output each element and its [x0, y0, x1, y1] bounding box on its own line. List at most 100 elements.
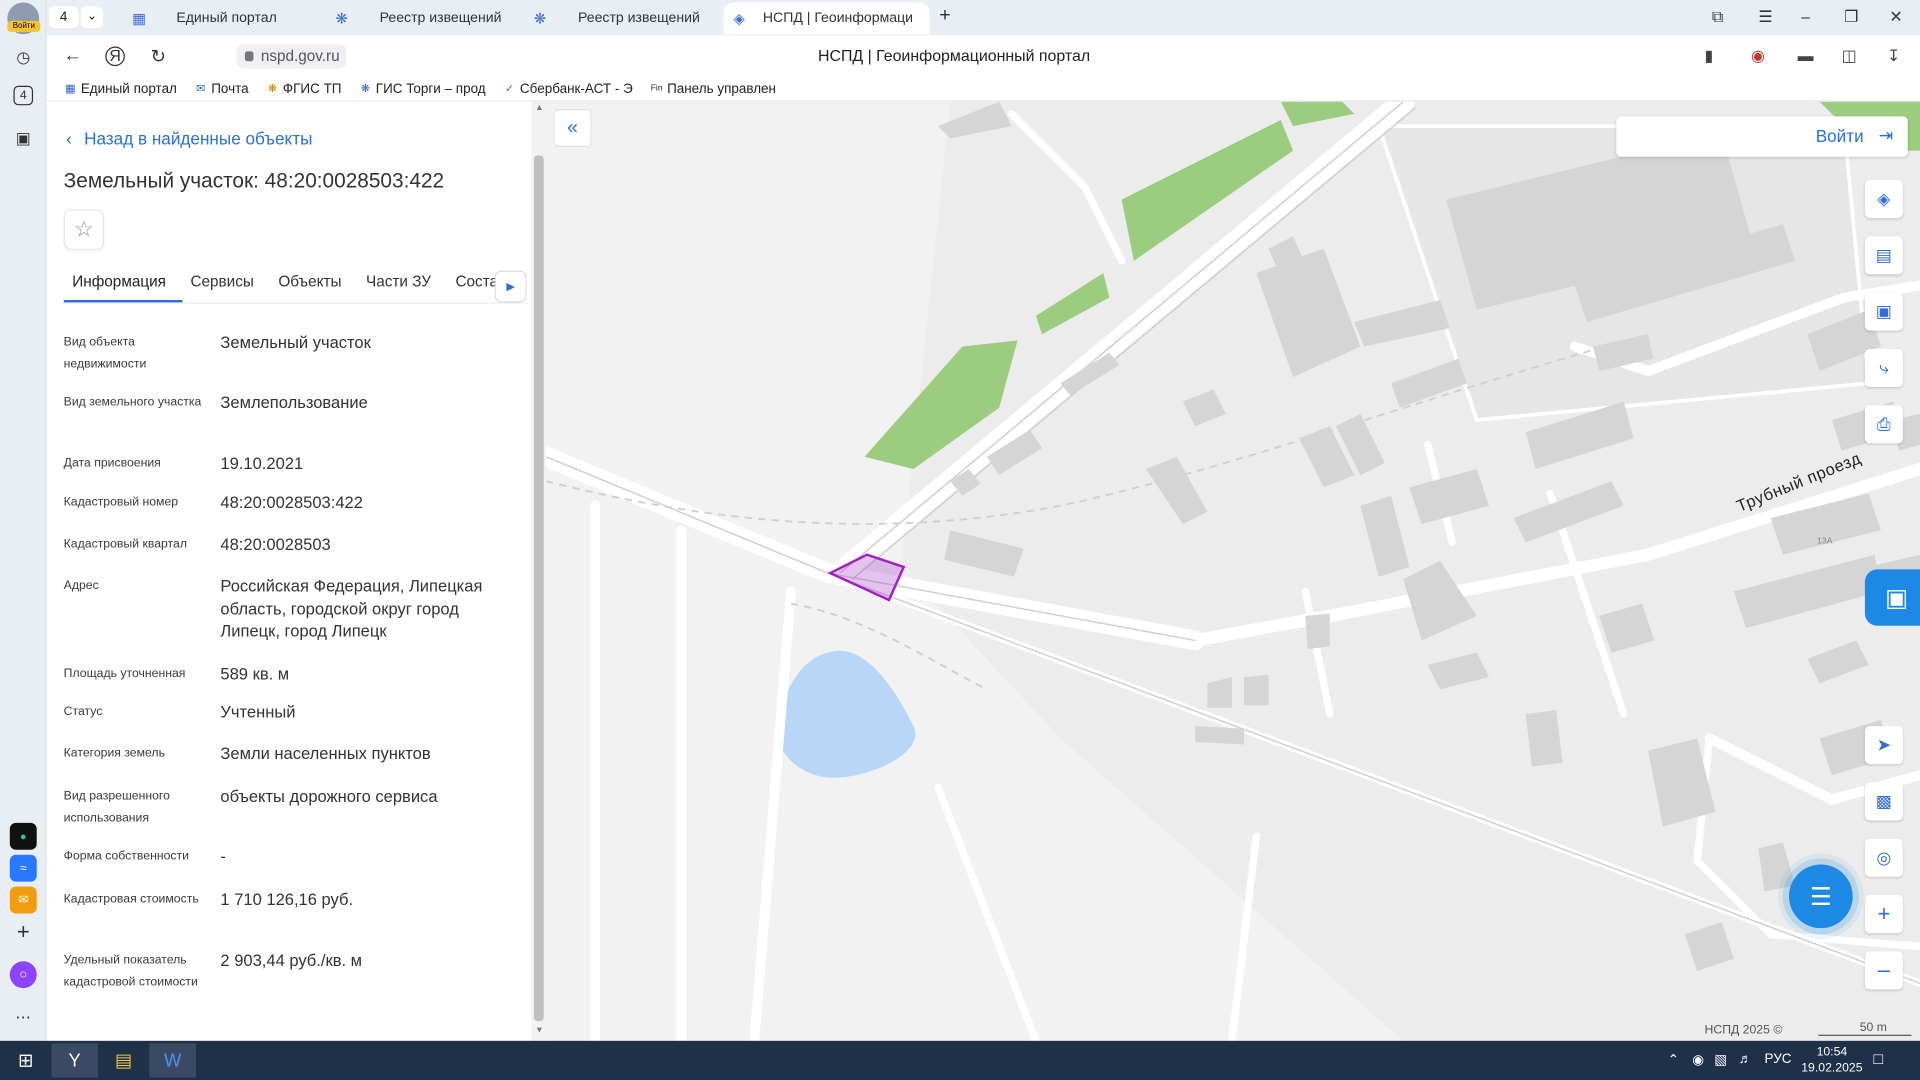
- alice-icon[interactable]: ○: [9, 961, 37, 989]
- language-indicator[interactable]: РУС: [1765, 1052, 1792, 1067]
- scroll-up-icon[interactable]: ▲: [535, 104, 543, 113]
- minimap-icon[interactable]: ▩: [1864, 782, 1903, 821]
- eagle-favicon-icon: ❋: [335, 9, 348, 27]
- tab-services[interactable]: Сервисы: [182, 266, 270, 303]
- bookmark-gis-torgi[interactable]: ❋ ГИС Торги – прод: [359, 81, 486, 96]
- map-canvas[interactable]: [546, 101, 1920, 1041]
- tray-arrow-icon[interactable]: ⌃: [1668, 1052, 1679, 1068]
- search-location-icon[interactable]: ◎: [1864, 838, 1903, 877]
- collections-icon[interactable]: ⧉: [1712, 7, 1723, 27]
- login-badge[interactable]: Войти: [7, 20, 41, 32]
- field-value[interactable]: 48:20:0028503:422: [220, 492, 499, 515]
- emblem-icon: ❋: [267, 82, 278, 95]
- field-label: Площадь уточненная: [63, 667, 186, 681]
- bookmark-fgis-tp[interactable]: ❋ ФГИС ТП: [266, 81, 342, 96]
- bookmark-sberbank-ast[interactable]: ✓ Сбербанк-АСТ - Э: [503, 81, 633, 96]
- tabs-counter-icon[interactable]: 4: [13, 85, 34, 106]
- windows-taskbar: ⊞ Y ▤ W ⌃ ◉ ▧ ♬ РУС 10:54 19.02.2025 □: [0, 1040, 1920, 1080]
- field-value: Российская Федерация, Липецкая область, …: [220, 576, 483, 641]
- minimize-button[interactable]: –: [1801, 7, 1810, 25]
- bookmark-icon[interactable]: ▮: [1705, 47, 1714, 67]
- field-label: Категория земель: [63, 746, 165, 761]
- portal-favicon-icon: ▦: [132, 9, 147, 27]
- field-value: 19.10.2021: [220, 454, 304, 473]
- zoom-in-button[interactable]: +: [1864, 895, 1903, 934]
- network-icon[interactable]: ▧: [1714, 1052, 1727, 1068]
- wallet-icon[interactable]: ◫: [1842, 47, 1857, 67]
- yandex-logo-icon[interactable]: Я: [105, 46, 125, 67]
- windows-start-icon[interactable]: ⊞: [2, 1043, 49, 1077]
- map-copyright: НСПД 2025 ©: [1704, 1023, 1783, 1038]
- tab-objects[interactable]: Объекты: [270, 266, 358, 303]
- extension-icon[interactable]: ◉: [1751, 47, 1765, 67]
- house-number-label: 13А: [1817, 537, 1833, 547]
- restore-button[interactable]: ❐: [1844, 7, 1858, 27]
- mail-icon: ✉: [196, 82, 206, 95]
- app-icon-green[interactable]: ●: [9, 822, 37, 850]
- field-label: Форма собственности: [63, 849, 189, 864]
- new-tab-button[interactable]: +: [939, 5, 950, 27]
- taskbar-clock[interactable]: 10:54 19.02.2025: [1801, 1044, 1862, 1076]
- tab-edinyi-portal[interactable]: ▦ Единый портал: [122, 2, 318, 34]
- print-icon[interactable]: ⎙: [1864, 405, 1903, 444]
- bookmark-edinyi-portal[interactable]: ▦ Единый портал: [64, 81, 177, 96]
- collapse-panel-button[interactable]: «: [553, 108, 592, 147]
- field-value: 1 710 126,16 руб.: [220, 890, 354, 909]
- menu-icon[interactable]: ☰: [1758, 7, 1772, 27]
- app-icon-blue[interactable]: ≈: [9, 854, 37, 882]
- panel-scrollbar[interactable]: ▲ ▼: [531, 101, 547, 1041]
- chat-button[interactable]: ☰: [1788, 864, 1853, 929]
- support-widget-button[interactable]: ▣: [1864, 569, 1920, 626]
- geolocation-icon[interactable]: ➤: [1864, 726, 1903, 765]
- tabs-scroll-right-button[interactable]: ▶: [494, 270, 527, 303]
- mail-app-icon[interactable]: ✉: [9, 886, 37, 914]
- back-arrow-icon[interactable]: ←: [64, 45, 82, 66]
- zoom-out-button[interactable]: –: [1864, 951, 1903, 990]
- bookmark-panel[interactable]: Fin Панель управлен: [650, 81, 776, 96]
- field-value: объекты дорожного сервиса: [220, 787, 438, 806]
- back-to-results-link[interactable]: ‹ Назад в найденные объекты: [66, 129, 312, 149]
- scroll-down-icon[interactable]: ▼: [535, 1026, 543, 1035]
- more-icon[interactable]: ⋯: [10, 1004, 37, 1031]
- tab-nspd[interactable]: ◈ НСПД | Геоинформаци: [723, 2, 930, 35]
- favorite-star-button[interactable]: ☆: [63, 209, 105, 250]
- object-info-panel: ‹ Назад в найденные объекты Земельный уч…: [46, 101, 532, 1041]
- screenshot-icon[interactable]: ▣: [10, 125, 37, 152]
- address-bar: ← Я ↻ nspd.gov.ru НСПД | Геоинформационн…: [46, 35, 1920, 78]
- login-button[interactable]: Войти ⇥: [1616, 116, 1908, 157]
- share-icon[interactable]: ⤷: [1864, 348, 1903, 387]
- reload-icon[interactable]: ↻: [151, 45, 166, 68]
- tab-reestr-2[interactable]: ❋ Реестр извещений: [524, 2, 720, 34]
- field-label: Кадастровый квартал: [63, 537, 187, 552]
- add-app-icon[interactable]: +: [10, 918, 37, 945]
- field-value[interactable]: 48:20:0028503: [220, 534, 499, 557]
- notifications-icon[interactable]: □: [1873, 1049, 1883, 1067]
- field-label: Статус: [63, 705, 103, 719]
- tab-count[interactable]: 4: [48, 6, 79, 29]
- tabs-divider: [63, 302, 529, 304]
- vpn-icon[interactable]: ▬: [1798, 47, 1814, 65]
- area-search-icon[interactable]: ▣: [1864, 292, 1903, 331]
- scrollbar-thumb[interactable]: [533, 155, 544, 1022]
- map-svg: [546, 101, 1920, 1041]
- file-explorer-icon[interactable]: ▤: [100, 1043, 147, 1077]
- object-title: Земельный участок: 48:20:0028503:422: [63, 168, 445, 193]
- bookmark-pochta[interactable]: ✉ Почта: [194, 81, 248, 96]
- close-button[interactable]: ✕: [1889, 7, 1902, 27]
- tab-parts[interactable]: Части ЗУ: [357, 266, 446, 303]
- volume-icon[interactable]: ♬: [1739, 1052, 1752, 1067]
- tab-reestr-1[interactable]: ❋ Реестр извещений: [326, 2, 522, 34]
- field-value: Земельный участок: [220, 333, 371, 352]
- history-icon[interactable]: ◷: [10, 44, 37, 71]
- eagle-icon: ❋: [360, 82, 370, 95]
- url-field[interactable]: nspd.gov.ru: [236, 44, 348, 69]
- word-icon[interactable]: W: [149, 1043, 196, 1078]
- yandex-browser-taskbar-icon[interactable]: Y: [51, 1043, 98, 1078]
- tab-info[interactable]: Информация: [63, 266, 182, 303]
- mic-icon[interactable]: ◉: [1692, 1052, 1704, 1068]
- ruler-icon[interactable]: ▤: [1864, 236, 1903, 275]
- layers-icon[interactable]: ◈: [1864, 180, 1903, 218]
- sber-icon: ✓: [504, 82, 515, 95]
- chevron-down-icon[interactable]: ⌄: [80, 6, 103, 29]
- download-icon[interactable]: ↧: [1887, 47, 1900, 67]
